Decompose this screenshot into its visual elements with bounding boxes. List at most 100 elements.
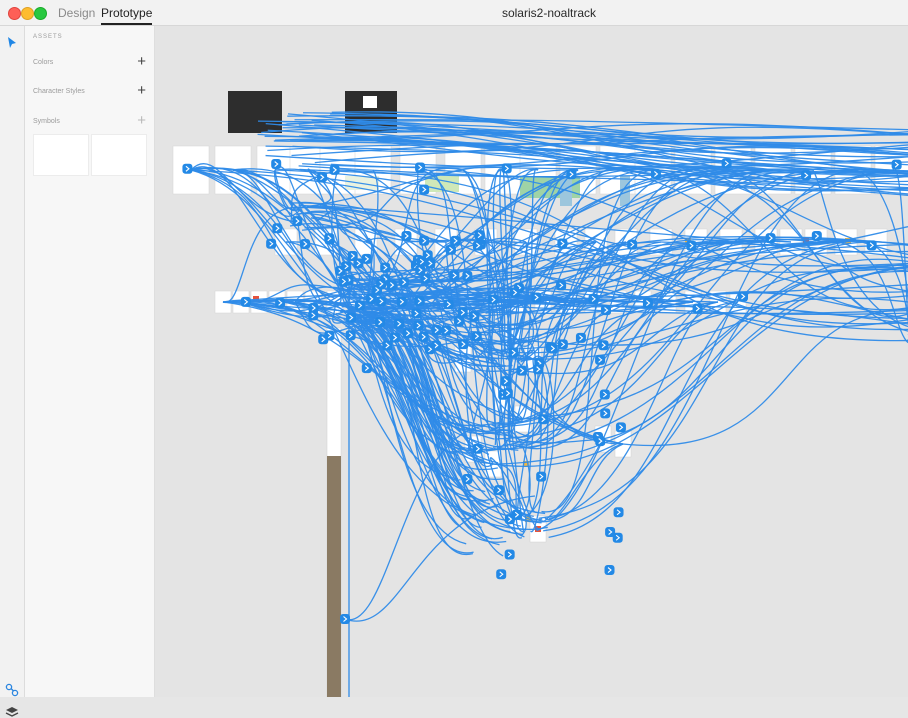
- connection-handle[interactable]: [318, 334, 329, 345]
- connection-handle[interactable]: [366, 293, 377, 304]
- connection-handle[interactable]: [418, 331, 429, 342]
- connection-handle[interactable]: [516, 365, 527, 376]
- prototype-canvas[interactable]: [155, 26, 908, 697]
- connection-handle[interactable]: [575, 332, 586, 343]
- connection-handle[interactable]: [424, 344, 435, 355]
- connection-handle[interactable]: [401, 230, 412, 241]
- connection-handle[interactable]: [419, 235, 430, 246]
- connection-handle[interactable]: [329, 164, 340, 175]
- connection-handle[interactable]: [402, 328, 413, 339]
- connection-handle[interactable]: [414, 296, 425, 307]
- connection-handle[interactable]: [382, 340, 393, 351]
- connection-handle[interactable]: [509, 287, 520, 298]
- connection-handle[interactable]: [450, 235, 461, 246]
- connection-handle[interactable]: [317, 172, 328, 183]
- connection-handle[interactable]: [557, 238, 568, 249]
- symbol-thumbnail[interactable]: [33, 134, 89, 176]
- connection-handle[interactable]: [650, 168, 661, 179]
- artboard-dark[interactable]: [228, 91, 282, 133]
- connection-handle[interactable]: [500, 376, 511, 387]
- connection-handle[interactable]: [308, 310, 319, 321]
- connection-handle[interactable]: [420, 273, 431, 284]
- connection-handle[interactable]: [588, 293, 599, 304]
- connection-handle[interactable]: [340, 614, 350, 624]
- connection-handle[interactable]: [182, 163, 193, 174]
- connection-handle[interactable]: [462, 473, 473, 484]
- connection-handle[interactable]: [240, 296, 251, 307]
- connection-handle[interactable]: [538, 414, 549, 425]
- connection-handle[interactable]: [598, 340, 609, 351]
- connection-handle[interactable]: [533, 364, 544, 375]
- connection-handle[interactable]: [472, 443, 483, 454]
- connection-handle[interactable]: [354, 300, 365, 311]
- connection-handle[interactable]: [415, 162, 426, 173]
- connection-handle[interactable]: [462, 270, 473, 281]
- connection-handle[interactable]: [891, 159, 902, 170]
- connection-handle[interactable]: [413, 320, 424, 331]
- connection-handle[interactable]: [501, 163, 512, 174]
- connection-handle[interactable]: [474, 230, 485, 241]
- connection-handle[interactable]: [595, 354, 606, 365]
- connection-handle[interactable]: [504, 549, 515, 560]
- connection-handle[interactable]: [443, 299, 454, 310]
- connection-handle[interactable]: [508, 347, 519, 358]
- connection-handle[interactable]: [422, 250, 433, 261]
- connection-handle[interactable]: [345, 330, 356, 341]
- connection-handle[interactable]: [811, 231, 822, 242]
- connection-handle[interactable]: [396, 296, 407, 307]
- connection-handle[interactable]: [361, 363, 372, 374]
- artboard-inner[interactable]: [363, 96, 377, 108]
- connection-handle[interactable]: [375, 317, 386, 328]
- connection-handle[interactable]: [353, 258, 364, 269]
- connection-handle[interactable]: [556, 280, 567, 291]
- connection-handle[interactable]: [547, 343, 558, 354]
- connection-handle[interactable]: [271, 159, 282, 170]
- connection-handle[interactable]: [393, 318, 404, 329]
- connection-handle[interactable]: [458, 339, 469, 350]
- connection-handle[interactable]: [613, 507, 624, 518]
- connection-handle[interactable]: [266, 238, 277, 249]
- connection-handle[interactable]: [411, 308, 422, 319]
- connection-handle[interactable]: [275, 297, 286, 308]
- connection-handle[interactable]: [595, 436, 606, 447]
- connection-handle[interactable]: [441, 325, 452, 336]
- connection-handle[interactable]: [445, 244, 456, 255]
- connection-handle[interactable]: [642, 298, 653, 309]
- symbol-thumbnail[interactable]: [91, 134, 147, 176]
- connection-handle[interactable]: [531, 292, 542, 303]
- connection-handle[interactable]: [866, 240, 877, 251]
- connection-handle[interactable]: [431, 325, 442, 336]
- connection-handle[interactable]: [600, 408, 611, 419]
- connection-handle[interactable]: [612, 532, 623, 543]
- add-character-style-button[interactable]: +: [137, 83, 146, 99]
- connection-handle[interactable]: [604, 565, 615, 576]
- connection-handle[interactable]: [627, 239, 638, 250]
- connection-handle[interactable]: [324, 233, 335, 244]
- connection-handle[interactable]: [376, 278, 387, 289]
- connection-handle[interactable]: [398, 277, 409, 288]
- select-tool-icon[interactable]: [7, 37, 17, 49]
- connection-handle[interactable]: [493, 485, 504, 496]
- connection-handle[interactable]: [292, 216, 303, 227]
- connection-handle[interactable]: [457, 307, 468, 318]
- connection-handle[interactable]: [686, 240, 697, 251]
- connection-handle[interactable]: [341, 261, 352, 272]
- connection-handle[interactable]: [419, 184, 430, 195]
- connection-handle[interactable]: [346, 312, 357, 323]
- connection-handle[interactable]: [557, 339, 568, 350]
- connection-handle[interactable]: [449, 270, 460, 281]
- connection-handle[interactable]: [502, 388, 513, 399]
- connection-handle[interactable]: [488, 294, 499, 305]
- connection-handle[interactable]: [615, 422, 626, 433]
- connection-handle[interactable]: [472, 240, 483, 251]
- connection-handle[interactable]: [471, 331, 482, 342]
- connection-handle[interactable]: [376, 296, 387, 307]
- connection-handle[interactable]: [692, 303, 703, 314]
- connection-handle[interactable]: [496, 569, 507, 580]
- add-color-button[interactable]: +: [137, 54, 146, 70]
- connection-handle[interactable]: [469, 311, 480, 322]
- add-symbol-button[interactable]: +: [137, 113, 146, 129]
- connection-handle[interactable]: [601, 305, 612, 316]
- connection-wire[interactable]: [544, 443, 624, 521]
- connection-handle[interactable]: [801, 170, 812, 181]
